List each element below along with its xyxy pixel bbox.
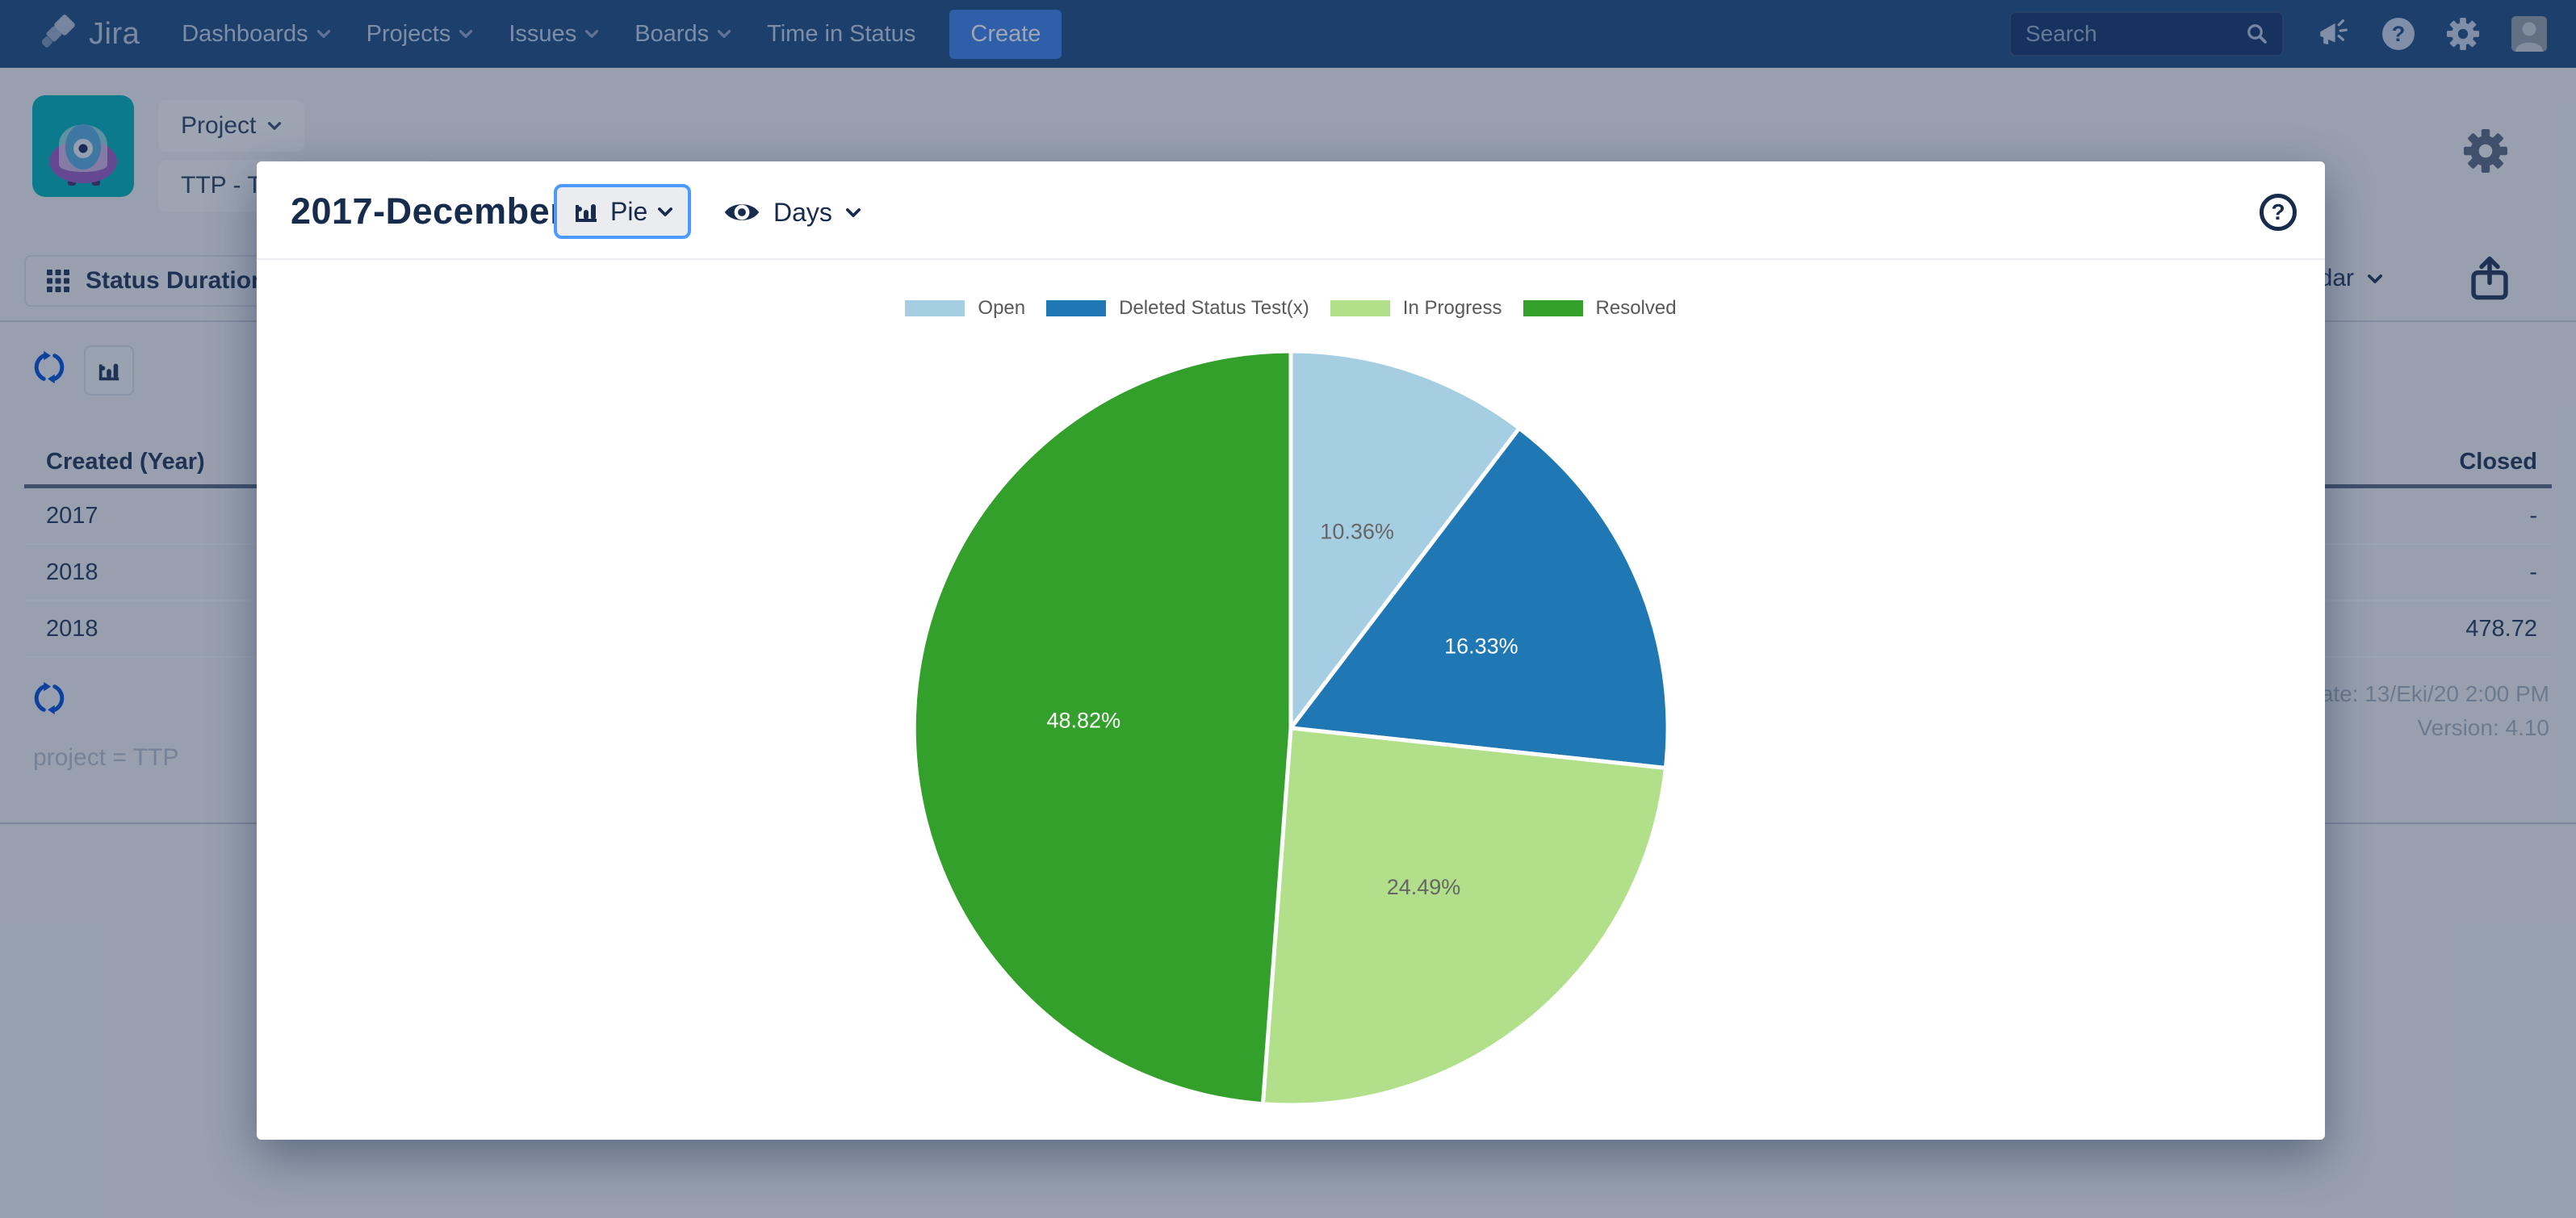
unit-dropdown[interactable]: Days bbox=[723, 194, 861, 231]
legend-swatch bbox=[1523, 300, 1583, 316]
legend-item-open[interactable]: Open bbox=[905, 297, 1025, 320]
legend-swatch bbox=[1330, 300, 1390, 316]
chart-type-dropdown[interactable]: Pie bbox=[554, 184, 691, 239]
legend-item-deleted-status-test-x[interactable]: Deleted Status Test(x) bbox=[1046, 297, 1309, 320]
legend-label: In Progress bbox=[1403, 297, 1502, 320]
pie-slice-value-label: 16.33% bbox=[1444, 634, 1518, 658]
pie-slice-in-progress[interactable] bbox=[1263, 728, 1665, 1105]
bar-chart-icon bbox=[572, 199, 601, 224]
legend-item-in-progress[interactable]: In Progress bbox=[1330, 297, 1502, 320]
chart-legend: Open Deleted Status Test(x) In Progress Res… bbox=[257, 297, 2325, 320]
legend-label: Open bbox=[978, 297, 1025, 320]
modal-help-glyph: ? bbox=[2271, 199, 2285, 225]
unit-label: Days bbox=[773, 198, 832, 228]
legend-label: Deleted Status Test(x) bbox=[1119, 297, 1309, 320]
pie-slice-value-label: 48.82% bbox=[1047, 709, 1121, 733]
chart-modal: 2017-December Pie bbox=[257, 161, 2325, 1140]
chevron-down-icon bbox=[657, 207, 673, 217]
jira-app: Jira DashboardsProjectsIssuesBoardsTime … bbox=[0, 0, 2576, 1218]
chevron-down-icon bbox=[845, 207, 861, 218]
legend-label: Resolved bbox=[1596, 297, 1677, 320]
modal-title: 2017-December bbox=[291, 190, 564, 232]
eye-icon bbox=[723, 199, 760, 225]
legend-item-resolved[interactable]: Resolved bbox=[1523, 297, 1677, 320]
modal-help-icon[interactable]: ? bbox=[2260, 194, 2297, 231]
pie-chart: 10.36% 16.33% 24.49% 48.82% bbox=[903, 341, 1678, 1115]
chart-type-label: Pie bbox=[610, 197, 647, 227]
legend-swatch bbox=[1046, 300, 1106, 316]
legend-swatch bbox=[905, 300, 965, 316]
pie-slice-value-label: 10.36% bbox=[1320, 520, 1394, 544]
modal-header-divider bbox=[257, 258, 2325, 260]
pie-slice-value-label: 24.49% bbox=[1387, 875, 1461, 899]
